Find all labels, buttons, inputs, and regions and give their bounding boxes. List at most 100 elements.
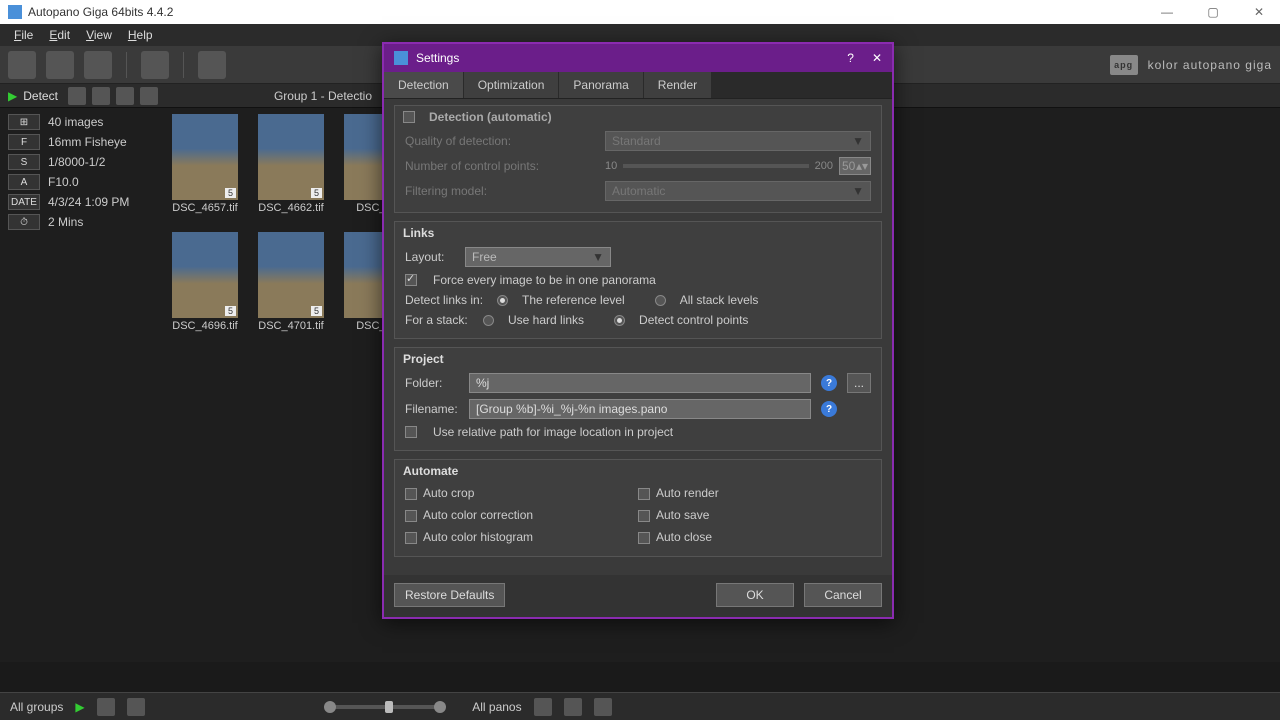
autorender-checkbox[interactable]: [638, 488, 650, 500]
quality-select[interactable]: Standard▼: [605, 131, 871, 151]
autocc-label: Auto color correction: [423, 508, 533, 522]
allstack-label: All stack levels: [680, 293, 759, 307]
autosave-checkbox[interactable]: [638, 510, 650, 522]
filename-input[interactable]: [Group %b]-%i_%j-%n images.pano: [469, 399, 811, 419]
autoclose-checkbox[interactable]: [638, 532, 650, 544]
reflevel-label: The reference level: [522, 293, 625, 307]
detectcp-label: Detect control points: [639, 313, 748, 327]
tab-panorama[interactable]: Panorama: [559, 72, 643, 98]
help-icon[interactable]: [198, 51, 226, 79]
wrench-icon[interactable]: [68, 87, 86, 105]
menu-file[interactable]: File: [6, 26, 41, 44]
reflevel-radio[interactable]: [497, 295, 508, 306]
links-title: Links: [395, 222, 881, 244]
dialog-tabs: Detection Optimization Panorama Render: [384, 72, 892, 99]
hardlinks-radio[interactable]: [483, 315, 494, 326]
allpanos-label: All panos: [472, 700, 521, 714]
zoom-slider[interactable]: [330, 705, 440, 709]
play-all-icon[interactable]: ▶: [75, 700, 84, 714]
thumbnail[interactable]: DSC_4696.tif: [172, 232, 238, 332]
open-folder-icon[interactable]: [8, 51, 36, 79]
statusbar: All groups ▶ All panos: [0, 692, 1280, 720]
layout-select[interactable]: Free▼: [465, 247, 611, 267]
grid-icon[interactable]: [84, 51, 112, 79]
ncp-spinner[interactable]: 50▴▾: [839, 157, 871, 175]
ncp-label: Number of control points:: [405, 159, 595, 173]
dialog-help-button[interactable]: ?: [847, 51, 854, 65]
folder-help-icon[interactable]: ?: [821, 375, 837, 391]
open-image-icon[interactable]: [46, 51, 74, 79]
allstack-radio[interactable]: [655, 295, 666, 306]
puzzle-icon[interactable]: [140, 87, 158, 105]
grid-badge: ⊞: [8, 114, 40, 130]
tab-optimization[interactable]: Optimization: [464, 72, 560, 98]
close-button[interactable]: ✕: [1246, 5, 1272, 19]
duration-label: 2 Mins: [48, 215, 83, 229]
detect-label[interactable]: Detect: [23, 89, 58, 103]
section-links: Links Layout: Free▼ Force every image to…: [394, 221, 882, 339]
save-group-icon[interactable]: [92, 87, 110, 105]
app-icon: [8, 5, 22, 19]
aperture-label: F10.0: [48, 175, 79, 189]
filter-label: Filtering model:: [405, 184, 595, 198]
autocc-checkbox[interactable]: [405, 510, 417, 522]
toolbar-divider: [183, 52, 184, 78]
images-count: 40 images: [48, 115, 103, 129]
gear-icon[interactable]: [141, 51, 169, 79]
detection-title: Detection (automatic): [429, 110, 552, 124]
filter-select[interactable]: Automatic▼: [605, 181, 871, 201]
brand-logo: apg: [1110, 55, 1138, 75]
section-project: Project Folder: %j ? ... Filename: [Grou…: [394, 347, 882, 451]
layout-label: Layout:: [405, 250, 455, 264]
folder-label: Folder:: [405, 376, 459, 390]
ncp-slider[interactable]: [623, 164, 808, 168]
thumbnail[interactable]: DSC_4662.tif: [258, 114, 324, 214]
dialog-icon: [394, 51, 408, 65]
tab-detection[interactable]: Detection: [384, 72, 464, 98]
thumbnail[interactable]: DSC_4701.tif: [258, 232, 324, 332]
force-one-pano-checkbox[interactable]: [405, 274, 417, 286]
ok-button[interactable]: OK: [716, 583, 794, 607]
pano-settings-icon[interactable]: [534, 698, 552, 716]
dialog-footer: Restore Defaults OK Cancel: [384, 575, 892, 617]
export-icon[interactable]: [116, 87, 134, 105]
window-titlebar: Autopano Giga 64bits 4.4.2 — ▢ ✕: [0, 0, 1280, 24]
project-title: Project: [395, 348, 881, 370]
dialog-titlebar[interactable]: Settings ? ✕: [384, 44, 892, 72]
folder-input[interactable]: %j: [469, 373, 811, 393]
filename-help-icon[interactable]: ?: [821, 401, 837, 417]
maximize-button[interactable]: ▢: [1200, 5, 1226, 19]
grid-add-icon[interactable]: [97, 698, 115, 716]
allgroups-label: All groups: [10, 700, 63, 714]
force-one-pano-label: Force every image to be in one panorama: [433, 273, 656, 287]
dialog-close-button[interactable]: ✕: [872, 51, 882, 65]
menu-view[interactable]: View: [78, 26, 120, 44]
autohist-checkbox[interactable]: [405, 532, 417, 544]
relative-path-label: Use relative path for image location in …: [433, 425, 673, 439]
ncp-max: 200: [815, 160, 833, 172]
shutter-label: 1/8000-1/2: [48, 155, 105, 169]
autorender-label: Auto render: [656, 486, 719, 500]
detection-enable-checkbox[interactable]: [403, 111, 415, 123]
autohist-label: Auto color histogram: [423, 530, 533, 544]
thumbnail[interactable]: DSC_4657.tif: [172, 114, 238, 214]
detectcp-radio[interactable]: [614, 315, 625, 326]
relative-path-checkbox[interactable]: [405, 426, 417, 438]
cancel-button[interactable]: Cancel: [804, 583, 882, 607]
window-title: Autopano Giga 64bits 4.4.2: [28, 5, 173, 19]
grid-remove-icon[interactable]: [127, 698, 145, 716]
tab-render[interactable]: Render: [644, 72, 712, 98]
date-label: 4/3/24 1:09 PM: [48, 195, 129, 209]
menu-help[interactable]: Help: [120, 26, 161, 44]
play-icon[interactable]: ▶: [8, 89, 17, 103]
pano-remove-icon[interactable]: [594, 698, 612, 716]
folder-browse-button[interactable]: ...: [847, 373, 871, 393]
clock-badge: ⏱: [8, 214, 40, 230]
autosave-label: Auto save: [656, 508, 709, 522]
focal-badge: F: [8, 134, 40, 150]
pano-save-icon[interactable]: [564, 698, 582, 716]
restore-defaults-button[interactable]: Restore Defaults: [394, 583, 505, 607]
menu-edit[interactable]: Edit: [41, 26, 78, 44]
minimize-button[interactable]: —: [1154, 5, 1180, 19]
autocrop-checkbox[interactable]: [405, 488, 417, 500]
